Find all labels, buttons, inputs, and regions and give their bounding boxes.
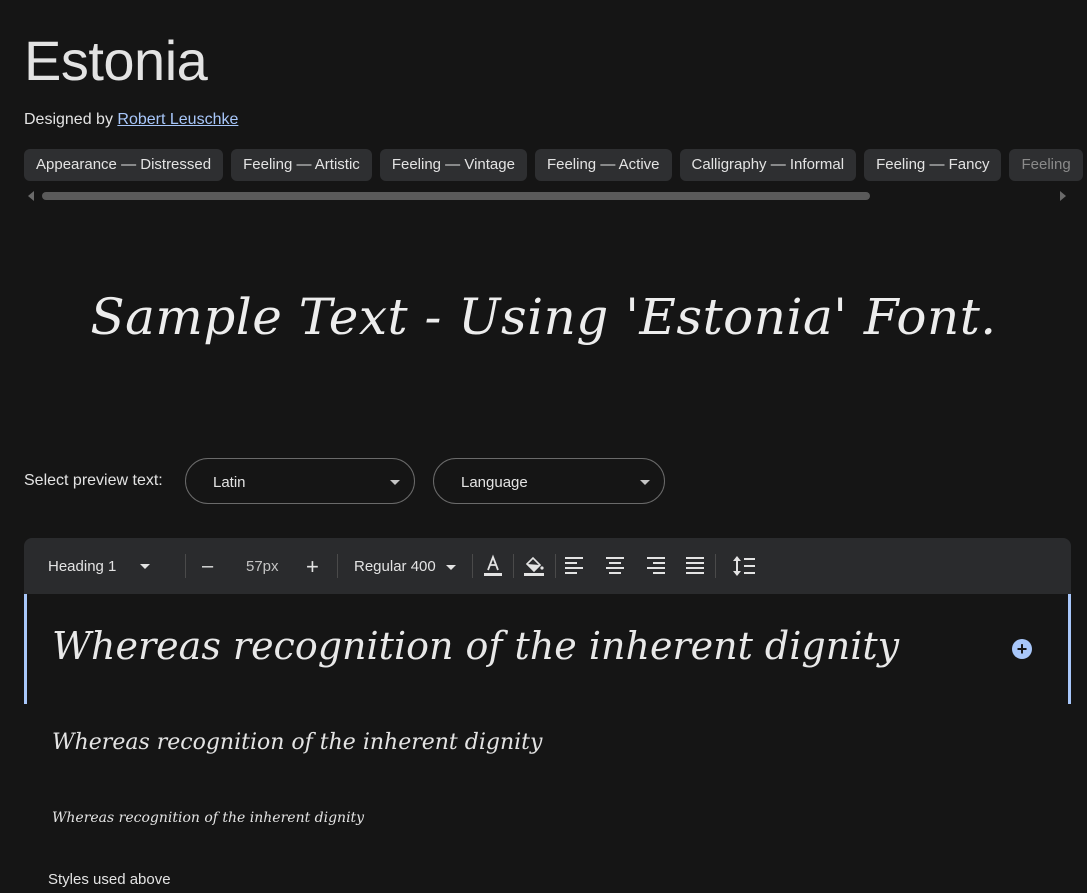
toolbar-divider: [472, 554, 473, 578]
chevron-down-icon: [390, 480, 400, 485]
font-size-value[interactable]: 57px: [246, 558, 279, 575]
language-select-value: Language: [461, 474, 528, 491]
style-dropdown-label: Heading 1: [48, 558, 117, 575]
tag-chip[interactable]: Feeling — Artistic: [231, 149, 372, 181]
toolbar-divider: [715, 554, 716, 578]
scroll-right-arrow-icon[interactable]: [1060, 191, 1066, 201]
add-circle-icon[interactable]: +: [1012, 639, 1032, 659]
increase-size-button[interactable]: +: [306, 554, 319, 580]
font-title: Estonia: [24, 29, 208, 92]
align-left-icon[interactable]: [565, 557, 585, 575]
toolbar-divider: [185, 554, 186, 578]
toolbar-divider: [513, 554, 514, 578]
chevron-down-icon: [445, 564, 456, 570]
tag-chip[interactable]: Calligraphy — Informal: [679, 149, 857, 181]
medium-preview-text[interactable]: Whereas recognition of the inherent dign…: [52, 730, 542, 755]
align-center-icon[interactable]: [605, 557, 625, 575]
align-justify-icon[interactable]: [685, 557, 705, 575]
tag-list: Appearance — Distressed Feeling — Artisti…: [24, 149, 1087, 182]
toolbar-divider: [555, 554, 556, 578]
tag-chip[interactable]: Appearance — Distressed: [24, 149, 224, 181]
text-color-icon[interactable]: [482, 554, 504, 578]
decrease-size-label: –: [202, 555, 214, 577]
designer-line: Designed by Robert Leuschke: [24, 111, 238, 129]
horizontal-scrollbar[interactable]: [42, 192, 870, 200]
tag-chip[interactable]: Feeling: [1009, 149, 1083, 181]
tag-chip[interactable]: Feeling — Fancy: [864, 149, 1002, 181]
style-dropdown[interactable]: Heading 1: [48, 558, 116, 575]
preview-editor[interactable]: Whereas recognition of the inherent dign…: [24, 594, 1071, 704]
sample-text: Sample Text - Using 'Estonia' Font.: [90, 288, 997, 346]
designer-link[interactable]: Robert Leuschke: [117, 111, 238, 128]
font-size-text: 57px: [246, 558, 279, 575]
tag-chip[interactable]: Feeling — Vintage: [379, 149, 527, 181]
designed-by-label: Designed by: [24, 111, 113, 128]
heading-preview-text[interactable]: Whereas recognition of the inherent dign…: [52, 624, 899, 668]
align-right-icon[interactable]: [645, 557, 665, 575]
script-select[interactable]: Latin: [185, 458, 415, 504]
line-height-icon[interactable]: [732, 555, 756, 577]
language-select[interactable]: Language: [433, 458, 665, 504]
decrease-size-button[interactable]: –: [202, 555, 213, 578]
tag-chip[interactable]: Feeling — Active: [534, 149, 672, 181]
scroll-left-arrow-icon[interactable]: [28, 191, 34, 201]
preview-label: Select preview text:: [24, 472, 163, 489]
chevron-down-icon: [140, 564, 150, 569]
increase-size-label: +: [306, 554, 319, 579]
highlight-color-icon[interactable]: [522, 554, 546, 578]
toolbar-divider: [337, 554, 338, 578]
script-select-value: Latin: [213, 474, 246, 491]
styles-used-heading: Styles used above: [48, 871, 171, 888]
weight-dropdown[interactable]: Regular 400: [354, 558, 456, 575]
chevron-down-icon: [640, 480, 650, 485]
editor-toolbar: Heading 1 – 57px + Regular 400: [24, 538, 1071, 594]
small-preview-text[interactable]: Whereas recognition of the inherent dign…: [52, 810, 364, 826]
weight-dropdown-label: Regular 400: [354, 558, 436, 575]
